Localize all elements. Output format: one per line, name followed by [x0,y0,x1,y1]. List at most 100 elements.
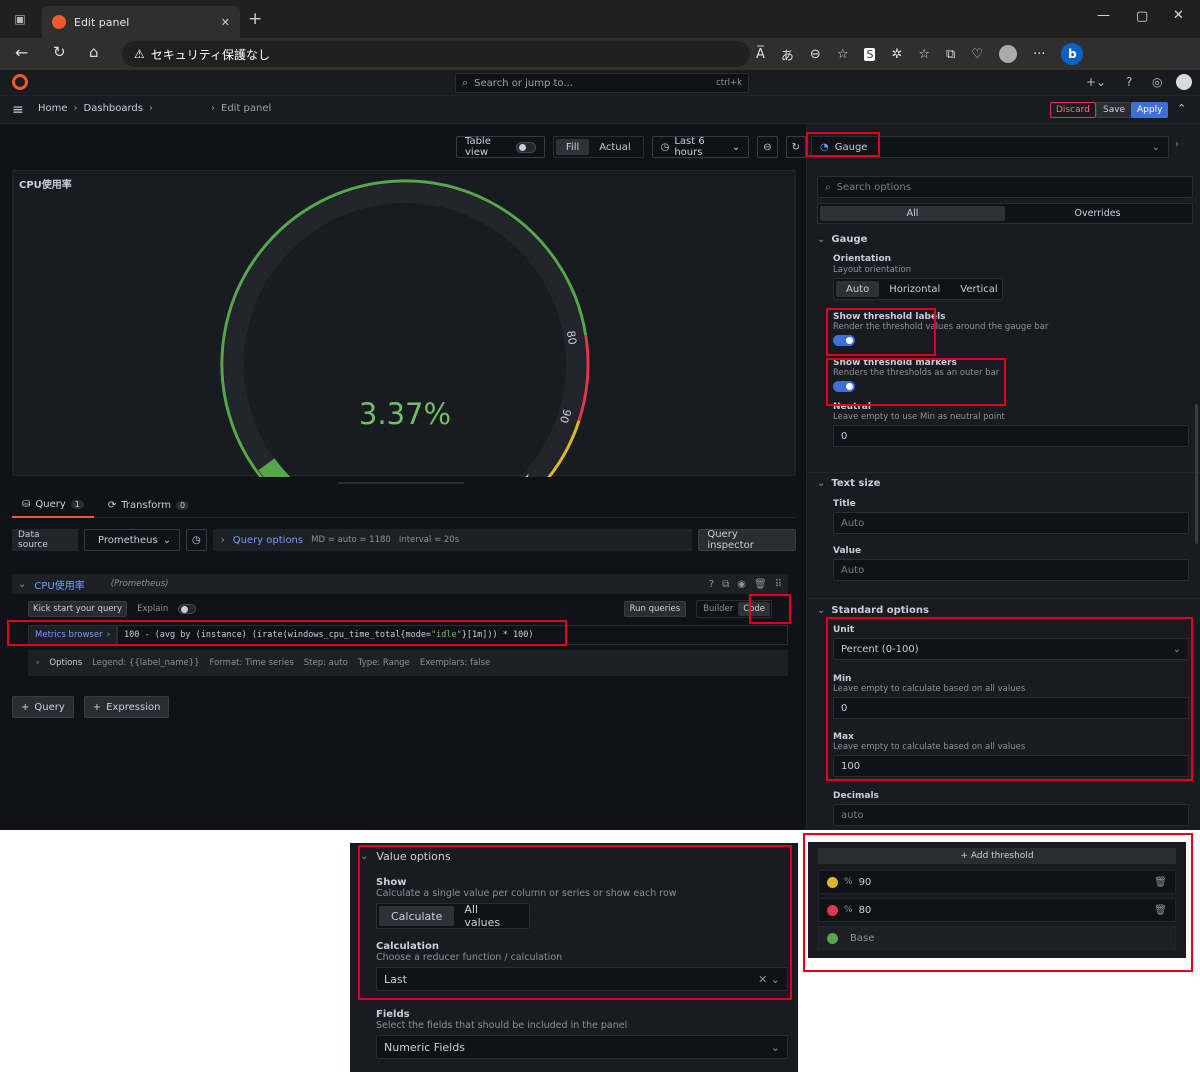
query-row-header[interactable]: ⌄ CPU使用率 (Prometheus) ? ⧉ ◉ 🗑 ⠿ [12,574,788,594]
metrics-browser-button[interactable]: Metrics browser › [28,625,117,645]
breadcrumb-home[interactable]: Home [38,103,68,114]
save-button[interactable]: Save [1096,102,1133,118]
trash-icon[interactable]: 🗑 [1154,877,1167,888]
favorites-icon[interactable]: ☆ [918,47,930,62]
health-icon[interactable]: ♡ [971,47,983,62]
extension-icon[interactable]: S [864,47,876,61]
favorite-icon[interactable]: ☆ [837,47,849,62]
threshold-value[interactable]: 80 [859,905,1149,916]
home-icon[interactable]: ⌂ [89,43,99,61]
show-all-values[interactable]: All values [454,903,527,929]
help-icon[interactable]: ? [1126,75,1132,89]
new-icon[interactable]: +⌄ [1086,75,1106,89]
tab-all[interactable]: All [820,206,1005,221]
orientation-horizontal[interactable]: Horizontal [879,281,950,297]
neutral-input[interactable]: 0 [833,425,1189,447]
run-queries-button[interactable]: Run queries [623,601,687,617]
address-field[interactable]: ⚠ セキュリティ保護なし [122,41,750,67]
actual-option[interactable]: Actual [589,139,640,155]
tab-transform[interactable]: ⟳ Transform 0 [108,494,190,518]
new-tab-icon[interactable]: + [248,9,262,29]
builder-option[interactable]: Builder [698,602,738,616]
trash-icon[interactable]: 🗑 [1154,905,1167,916]
code-option[interactable]: Code [738,602,770,616]
threshold-value[interactable]: 90 [859,877,1149,888]
fields-select[interactable]: Numeric Fields ⌄ [376,1035,788,1059]
explain-switch[interactable] [178,604,197,614]
fill-option[interactable]: Fill [555,139,590,155]
show-calculate[interactable]: Calculate [379,906,455,926]
query-inspector-button[interactable]: Query inspector [698,529,796,551]
table-view-toggle[interactable]: Table view [456,136,545,158]
threshold-color-swatch[interactable] [827,876,838,888]
more-icon[interactable]: ··· [1033,47,1045,62]
collections-icon[interactable]: ⧉ [946,47,955,62]
resize-handle[interactable] [338,482,464,484]
breadcrumb-dashboards[interactable]: Dashboards [84,103,143,114]
query-options[interactable]: › Query options MD = auto = 1180 Interva… [212,529,693,551]
collapse-icon[interactable]: ⌃ [1177,102,1186,115]
options-scrollbar[interactable] [1195,404,1198,544]
max-input[interactable]: 100 [833,755,1189,777]
browser-tab[interactable]: Edit panel ✕ [42,6,240,38]
puzzle-icon[interactable]: ✲ [891,47,902,62]
kick-start-button[interactable]: Kick start your query [28,601,128,617]
sidebar-toggle-icon[interactable]: ▣ [13,12,27,26]
orientation-vertical[interactable]: Vertical [950,281,1007,297]
add-query-button[interactable]: + Query [12,696,74,718]
thresholds-panel: + Add threshold % 90 🗑 % 80 🗑 Base [808,842,1186,958]
profile-avatar-icon[interactable] [998,45,1017,63]
time-range-picker[interactable]: ◷ Last 6 hours ⌄ [651,136,750,158]
unit-select[interactable]: Percent (0-100) ⌄ [833,638,1189,660]
zoom-out-button[interactable]: ⊖ [757,136,778,158]
data-source-help-button[interactable]: ◷ [185,529,207,551]
threshold-labels-switch[interactable] [833,335,855,346]
duplicate-icon: ⧉ [722,578,730,590]
tab-close-icon[interactable]: ✕ [221,16,230,29]
title-size-input[interactable]: Auto [833,512,1189,534]
options-search-input[interactable]: ⌕ Search options [817,176,1193,198]
grafana-topnav: ⌕ Search or jump to... ctrl+k +⌄ ? ◎ [0,70,1200,96]
grafana-breadcrumb-bar: ≡ Home › Dashboards › › Edit panel Disca… [0,96,1200,124]
user-avatar-icon[interactable] [1176,74,1192,90]
threshold-color-swatch[interactable] [827,904,838,916]
close-window-icon[interactable]: ✕ [1173,8,1184,23]
threshold-color-swatch[interactable] [827,932,838,944]
read-aloud-icon[interactable]: A̅ [756,47,765,62]
search-input[interactable]: ⌕ Search or jump to... ctrl+k [455,73,749,93]
table-view-switch[interactable] [516,141,536,153]
bing-icon[interactable]: b [1061,43,1084,65]
translate-icon[interactable]: あ [781,45,794,64]
gauge-track [224,182,586,477]
viz-picker[interactable]: ◔ Gauge ⌄ [811,136,1169,158]
orientation-auto[interactable]: Auto [836,281,880,297]
tab-overrides[interactable]: Overrides [1005,206,1190,221]
query-options-row[interactable]: › Options Legend: {{label_name}} Format:… [28,650,788,676]
query-tabs: ⛁ Query 1 ⟳ Transform 0 [12,494,796,518]
back-icon[interactable]: ← [15,43,28,62]
menu-icon[interactable]: ≡ [12,102,24,118]
value-size-input[interactable]: Auto [833,559,1189,581]
add-expression-button[interactable]: + Expression [83,696,170,718]
security-text: セキュリティ保護なし [150,47,271,62]
minimize-icon[interactable]: — [1097,8,1110,23]
zoom-icon[interactable]: ⊖ [810,47,821,62]
apply-button[interactable]: Apply [1131,102,1169,118]
promql-input[interactable]: 100 - (avg by (instance) (irate(windows_… [116,625,788,645]
reload-icon[interactable]: ↻ [53,43,66,61]
calculation-select[interactable]: Last ✕ ⌄ [376,967,788,991]
search-icon: ⌕ [825,181,831,193]
grafana-logo-icon[interactable] [12,74,28,90]
discard-button[interactable]: Discard [1050,102,1096,118]
refresh-button[interactable]: ↻ [785,136,806,158]
data-source-picker[interactable]: Prometheus ⌄ [83,529,180,551]
browser-addressbar: ← ↻ ⌂ ⚠ セキュリティ保護なし A̅ あ ⊖ ☆ S ✲ ☆ ⧉ ♡ ··… [0,38,1200,70]
tab-query[interactable]: ⛁ Query 1 [12,494,94,518]
threshold-markers-switch[interactable] [833,381,855,392]
min-input[interactable]: 0 [833,697,1189,719]
chevron-right-icon[interactable]: › [1175,139,1179,150]
decimals-input[interactable]: auto [833,804,1189,826]
add-threshold-button[interactable]: + Add threshold [818,848,1176,864]
news-icon[interactable]: ◎ [1152,75,1162,89]
maximize-icon[interactable]: ▢ [1136,9,1148,24]
